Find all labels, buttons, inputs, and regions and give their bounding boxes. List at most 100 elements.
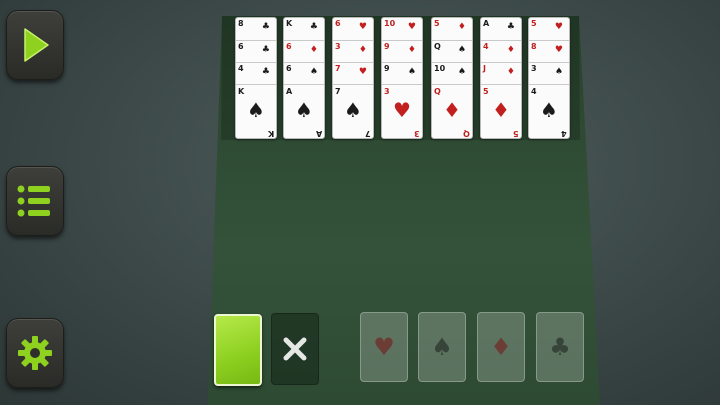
card-suit-icon: ♠ [407, 67, 416, 77]
tableau-column-7[interactable]: 5 ♥ 8 ♥ 3 ♠ 4 ♠ 4 [528, 17, 570, 139]
tableau-column-2[interactable]: K ♣ 6 ♦ 6 ♠ A ♠ A [283, 17, 325, 139]
card-suit-icon: ♣ [506, 22, 515, 32]
card-suit-icon: ♣ [261, 22, 270, 32]
card-suit-icon: ♠ [309, 67, 318, 77]
card-rank: 6 [286, 42, 292, 51]
settings-button[interactable] [6, 318, 64, 388]
top-card[interactable]: 7 ♠ 7 [333, 84, 373, 138]
tableau-column-6[interactable]: A ♣ 4 ♦ J ♦ 5 ♦ 5 [480, 17, 522, 139]
card-suit-icon: ♦ [506, 67, 515, 77]
card-rank: 9 [384, 42, 390, 51]
top-card[interactable]: A ♠ A [284, 84, 324, 138]
spade-icon: ♠ [431, 333, 453, 361]
waste-pile[interactable] [271, 313, 319, 385]
card-rank: 4 [483, 42, 489, 51]
heart-icon: ♥ [373, 333, 395, 361]
card-strip[interactable]: 6 ♣ [236, 40, 276, 62]
card-rank: J [483, 64, 486, 73]
card-rank: 5 [483, 87, 489, 96]
card-strip[interactable]: 6 ♥ [333, 18, 373, 40]
stock-pile[interactable] [214, 314, 262, 386]
play-button[interactable] [6, 10, 64, 80]
tableau-column-5[interactable]: 5 ♦ Q ♠ 10 ♠ Q ♦ Q [431, 17, 473, 139]
top-card[interactable]: K ♠ K [236, 84, 276, 138]
card-rank: 9 [384, 64, 390, 73]
card-strip[interactable]: 4 ♦ [481, 40, 521, 62]
card-suit-icon: ♥ [358, 67, 367, 77]
gear-icon [18, 336, 52, 370]
card-rank-bottom: 4 [561, 129, 567, 138]
card-strip[interactable]: 6 ♠ [284, 62, 324, 84]
card-rank: 3 [335, 42, 341, 51]
card-strip[interactable]: K ♣ [284, 18, 324, 40]
card-suit-icon: ♦ [492, 98, 510, 122]
card-rank: 4 [238, 64, 244, 73]
card-rank-bottom: 5 [513, 129, 519, 138]
card-rank: 7 [335, 87, 341, 96]
card-suit-icon: ♣ [261, 67, 270, 77]
card-strip[interactable]: 10 ♥ [382, 18, 422, 40]
card-strip[interactable]: 4 ♣ [236, 62, 276, 84]
menu-button[interactable] [6, 166, 64, 236]
top-card[interactable]: 3 ♥ 3 [382, 84, 422, 138]
card-rank: 3 [384, 87, 390, 96]
card-rank: 3 [531, 64, 537, 73]
card-suit-icon: ♣ [261, 45, 270, 55]
card-suit-icon: ♦ [407, 45, 416, 55]
card-rank: 5 [531, 19, 537, 28]
tableau-column-1[interactable]: 8 ♣ 6 ♣ 4 ♣ K ♠ K [235, 17, 277, 139]
top-card[interactable]: 5 ♦ 5 [481, 84, 521, 138]
card-suit-icon: ♦ [358, 45, 367, 55]
card-suit-icon: ♦ [443, 98, 461, 122]
card-strip[interactable]: 6 ♦ [284, 40, 324, 62]
card-suit-icon: ♦ [506, 45, 515, 55]
card-rank: 8 [531, 42, 537, 51]
card-suit-icon: ♠ [554, 67, 563, 77]
card-rank: 6 [335, 19, 341, 28]
card-strip[interactable]: 8 ♣ [236, 18, 276, 40]
card-strip[interactable]: 3 ♦ [333, 40, 373, 62]
card-suit-icon: ♠ [247, 98, 265, 122]
play-icon [24, 28, 49, 62]
foundation-clubs[interactable]: ♣ [536, 312, 584, 382]
card-rank: 7 [335, 64, 341, 73]
card-rank-bottom: K [267, 129, 274, 138]
card-rank: 6 [286, 64, 292, 73]
card-rank: Q [434, 87, 441, 96]
card-strip[interactable]: Q ♠ [432, 40, 472, 62]
tableau-column-4[interactable]: 10 ♥ 9 ♦ 9 ♠ 3 ♥ 3 [381, 17, 423, 139]
card-strip[interactable]: J ♦ [481, 62, 521, 84]
card-strip[interactable]: 7 ♥ [333, 62, 373, 84]
card-rank: A [286, 87, 293, 96]
tableau-column-3[interactable]: 6 ♥ 3 ♦ 7 ♥ 7 ♠ 7 [332, 17, 374, 139]
card-suit-icon: ♥ [407, 22, 416, 32]
card-strip[interactable]: A ♣ [481, 18, 521, 40]
foundation-diamonds[interactable]: ♦ [477, 312, 525, 382]
card-rank-bottom: Q [463, 129, 470, 138]
foundation-spades[interactable]: ♠ [418, 312, 466, 382]
card-strip[interactable]: 5 ♥ [529, 18, 569, 40]
card-suit-icon: ♣ [309, 22, 318, 32]
card-rank: A [483, 19, 490, 28]
top-card[interactable]: 4 ♠ 4 [529, 84, 569, 138]
card-suit-icon: ♠ [295, 98, 313, 122]
card-rank: 10 [434, 64, 446, 73]
card-suit-icon: ♦ [309, 45, 318, 55]
card-rank: 8 [238, 19, 244, 28]
close-icon [283, 337, 307, 361]
card-strip[interactable]: 3 ♠ [529, 62, 569, 84]
card-rank-bottom: 7 [365, 129, 371, 138]
top-card[interactable]: Q ♦ Q [432, 84, 472, 138]
card-strip[interactable]: 10 ♠ [432, 62, 472, 84]
card-strip[interactable]: 9 ♠ [382, 62, 422, 84]
card-strip[interactable]: 9 ♦ [382, 40, 422, 62]
card-suit-icon: ♠ [457, 67, 466, 77]
card-rank-bottom: 3 [414, 129, 420, 138]
foundation-hearts[interactable]: ♥ [360, 312, 408, 382]
card-strip[interactable]: 5 ♦ [432, 18, 472, 40]
card-suit-icon: ♠ [344, 98, 362, 122]
card-rank: 6 [238, 42, 244, 51]
card-strip[interactable]: 8 ♥ [529, 40, 569, 62]
club-icon: ♣ [549, 333, 571, 361]
card-suit-icon: ♥ [358, 22, 367, 32]
